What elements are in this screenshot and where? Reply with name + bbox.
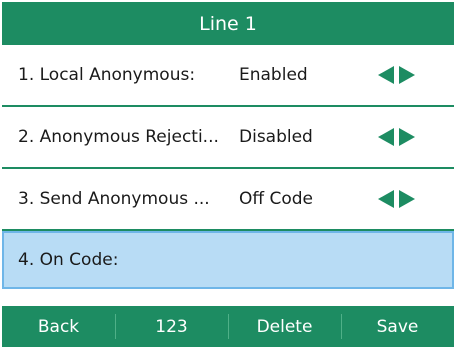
setting-row-on-code[interactable]: 4. On Code: — [2, 231, 454, 289]
phone-screen: Line 1 1. Local Anonymous: Enabled 2. An… — [0, 0, 456, 347]
setting-row-local-anonymous[interactable]: 1. Local Anonymous: Enabled — [2, 45, 454, 107]
setting-row-send-anonymous[interactable]: 3. Send Anonymous ... Off Code — [2, 169, 454, 231]
setting-value: Disabled — [239, 127, 313, 147]
save-button[interactable]: Save — [341, 306, 454, 347]
value-switcher[interactable] — [378, 169, 415, 229]
setting-value: Off Code — [239, 189, 314, 209]
settings-list: 1. Local Anonymous: Enabled 2. Anonymous… — [2, 45, 454, 289]
left-arrow-icon[interactable] — [378, 128, 394, 146]
right-arrow-icon[interactable] — [399, 66, 415, 84]
delete-button[interactable]: Delete — [228, 306, 341, 347]
left-arrow-icon[interactable] — [378, 66, 394, 84]
value-switcher[interactable] — [378, 45, 415, 105]
setting-label: 4. On Code: — [18, 250, 119, 270]
right-arrow-icon[interactable] — [399, 190, 415, 208]
setting-label: 3. Send Anonymous ... — [18, 189, 210, 209]
softkey-bar: Back 123 Delete Save — [2, 306, 454, 347]
setting-label: 2. Anonymous Rejecti... — [18, 127, 219, 147]
right-arrow-icon[interactable] — [399, 128, 415, 146]
screen-title: Line 1 — [2, 2, 454, 45]
setting-row-anonymous-rejection[interactable]: 2. Anonymous Rejecti... Disabled — [2, 107, 454, 169]
setting-value: Enabled — [239, 65, 308, 85]
input-mode-button[interactable]: 123 — [115, 306, 228, 347]
value-switcher[interactable] — [378, 107, 415, 167]
back-button[interactable]: Back — [2, 306, 115, 347]
setting-label: 1. Local Anonymous: — [18, 65, 196, 85]
left-arrow-icon[interactable] — [378, 190, 394, 208]
